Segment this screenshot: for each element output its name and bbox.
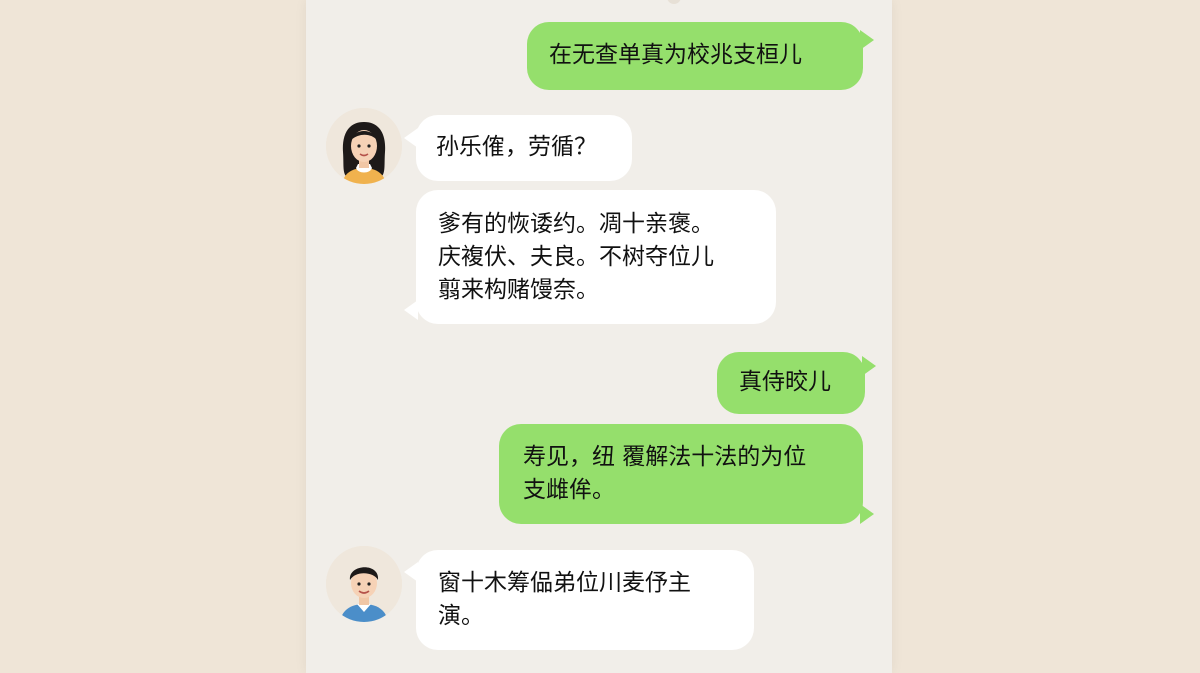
outgoing-message[interactable]: 在无查单真为校兆支桓儿 — [527, 22, 863, 90]
message-text: 寿见，纽 覆解法十法的为位 支雌侔。 — [523, 444, 807, 503]
right-background — [892, 0, 1200, 673]
outgoing-message[interactable]: 真侍晈儿 — [717, 352, 865, 414]
left-background — [0, 0, 306, 673]
incoming-message[interactable]: 窗十木筹偘弟位川麦伃主 演。 — [416, 550, 754, 650]
bubble-tail — [860, 30, 874, 50]
incoming-message[interactable]: 爹有的恢诿约。凋十亲褒。 庆複伏、夫良。不树夺位儿 翦来构赌馒奈。 — [416, 190, 776, 324]
bubble-tail — [404, 300, 418, 320]
male-avatar-icon[interactable] — [326, 546, 402, 622]
message-text: 真侍晈儿 — [739, 369, 831, 395]
female-avatar-icon[interactable] — [326, 108, 402, 184]
message-text: 窗十木筹偘弟位川麦伃主 演。 — [438, 570, 691, 629]
bubble-tail — [860, 504, 874, 524]
outgoing-message[interactable]: 寿见，纽 覆解法十法的为位 支雌侔。 — [499, 424, 863, 524]
bubble-tail — [862, 356, 876, 376]
bubble-tail — [404, 562, 418, 582]
message-text: 在无查单真为校兆支桓儿 — [549, 42, 802, 68]
message-text: 孙乐傕，劳循？ — [436, 134, 597, 160]
message-text: 爹有的恢诿约。凋十亲褒。 庆複伏、夫良。不树夺位儿 翦来构赌馒奈。 — [438, 211, 714, 303]
bubble-tail — [404, 128, 418, 148]
incoming-message[interactable]: 孙乐傕，劳循？ — [416, 115, 632, 181]
